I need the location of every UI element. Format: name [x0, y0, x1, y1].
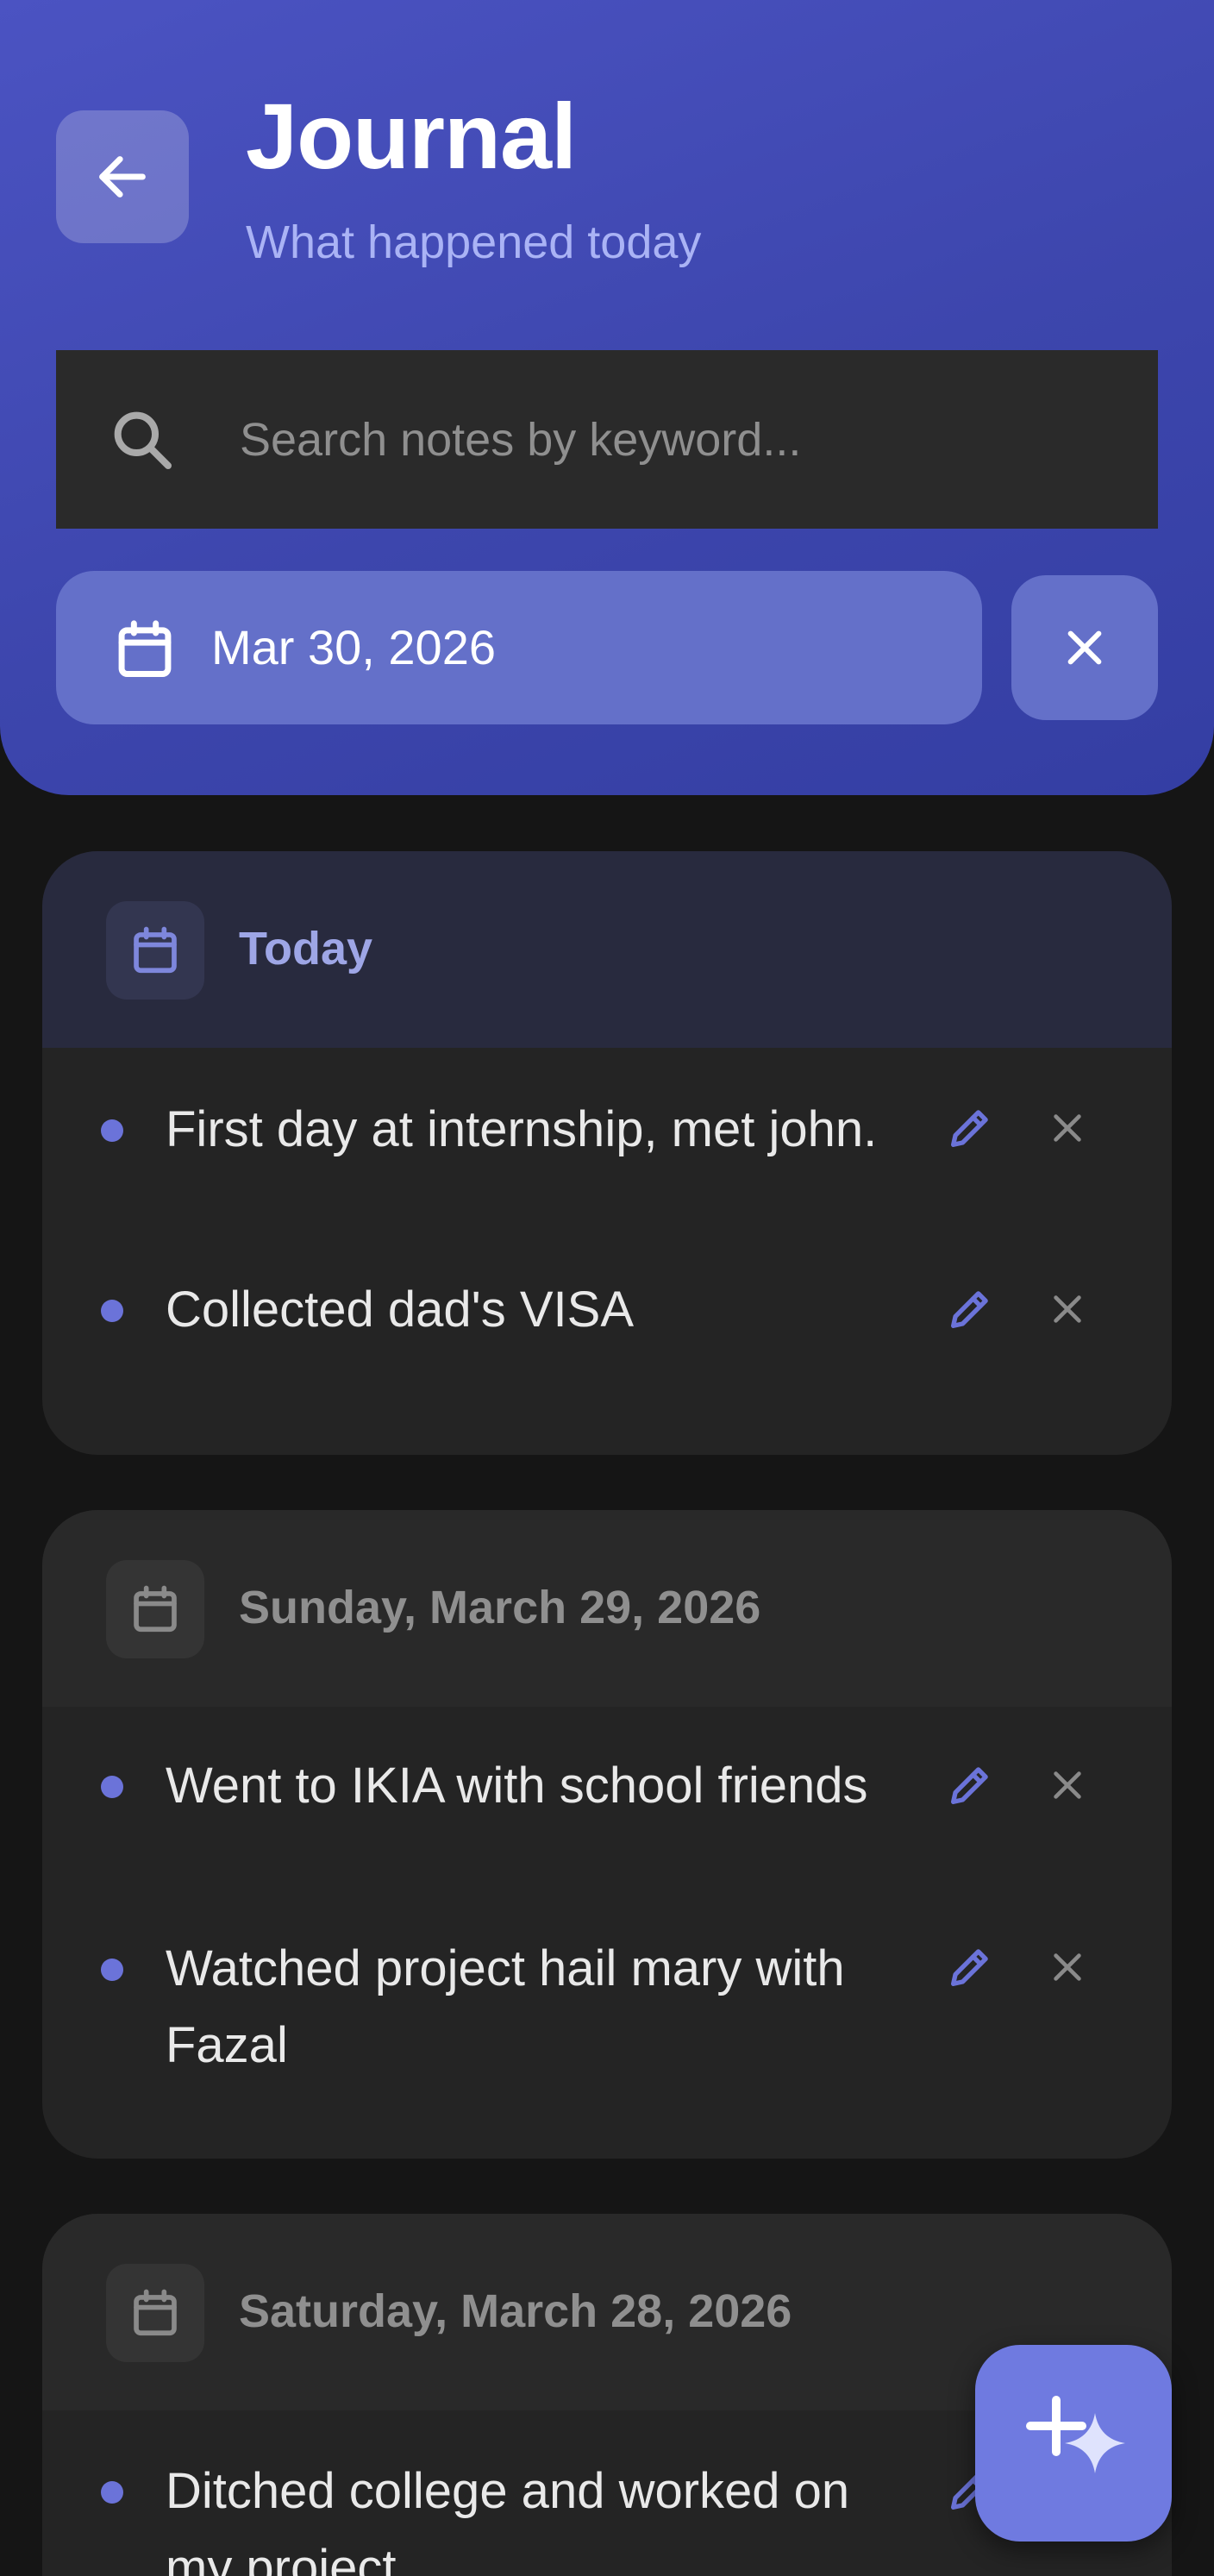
day-card-icon-box: [106, 2264, 204, 2362]
date-filter-value: Mar 30, 2026: [211, 620, 496, 674]
plus-sparkle-icon: [1026, 2396, 1125, 2473]
search-input[interactable]: [238, 379, 1135, 500]
close-icon: [1054, 1771, 1081, 1799]
pencil-icon: [951, 1291, 988, 1328]
entry-text: Collected dad's VISA: [166, 1282, 635, 1338]
add-entry-fab[interactable]: [975, 2345, 1172, 2542]
day-card-icon-box: [106, 901, 204, 1000]
edit-entry-button[interactable]: [939, 1278, 1001, 1340]
day-card-title: Today: [239, 923, 373, 975]
pencil-icon: [951, 1110, 988, 1147]
calendar-icon: [134, 1585, 177, 1633]
close-icon: [1054, 1295, 1081, 1323]
date-filter-button[interactable]: [56, 571, 982, 724]
close-icon: [1054, 1953, 1081, 1981]
edit-entry-button[interactable]: [939, 1754, 1001, 1816]
delete-entry-button[interactable]: [1036, 1278, 1098, 1340]
calendar-icon: [134, 2289, 177, 2336]
page-subtitle: What happened today: [246, 216, 702, 268]
entry-text: First day at internship, met john.: [166, 1101, 878, 1157]
close-icon: [1067, 630, 1102, 665]
day-card-header: Sunday, March 29, 2026: [42, 1510, 1172, 1707]
close-icon: [1054, 1114, 1081, 1142]
day-card-title: Sunday, March 29, 2026: [239, 1582, 761, 1633]
page-title: Journal: [246, 84, 577, 188]
day-card: Sunday, March 29, 2026 Went to IKIA with…: [42, 1510, 1172, 2159]
entry-bullet: [101, 1119, 123, 1142]
entry-bullet: [101, 1776, 123, 1798]
edit-entry-button[interactable]: [939, 1936, 1001, 1998]
entry-bullet: [101, 2481, 123, 2504]
day-card: Today First day at internship, met john.…: [42, 851, 1172, 1455]
arrow-left-icon: [99, 156, 146, 197]
delete-entry-button[interactable]: [1036, 1936, 1098, 1998]
entry-bullet: [101, 1959, 123, 1981]
day-card-icon-box: [106, 1560, 204, 1658]
day-card-header: Today: [42, 851, 1172, 1048]
entry-text: Went to IKIA with school friends: [166, 1758, 868, 1814]
delete-entry-button[interactable]: [1036, 1097, 1098, 1159]
search-icon: [114, 411, 172, 469]
calendar-icon: [118, 620, 172, 677]
day-card-title: Saturday, March 28, 2026: [239, 2285, 792, 2337]
pencil-icon: [951, 1767, 988, 1804]
pencil-icon: [951, 1949, 988, 1986]
clear-date-button[interactable]: [1011, 575, 1158, 720]
edit-entry-button[interactable]: [939, 1097, 1001, 1159]
calendar-icon: [134, 926, 177, 974]
back-button[interactable]: [56, 110, 189, 243]
entry-bullet: [101, 1300, 123, 1322]
entry-text: Watched project hail mary with Fazal: [166, 1940, 845, 2073]
delete-entry-button[interactable]: [1036, 1754, 1098, 1816]
